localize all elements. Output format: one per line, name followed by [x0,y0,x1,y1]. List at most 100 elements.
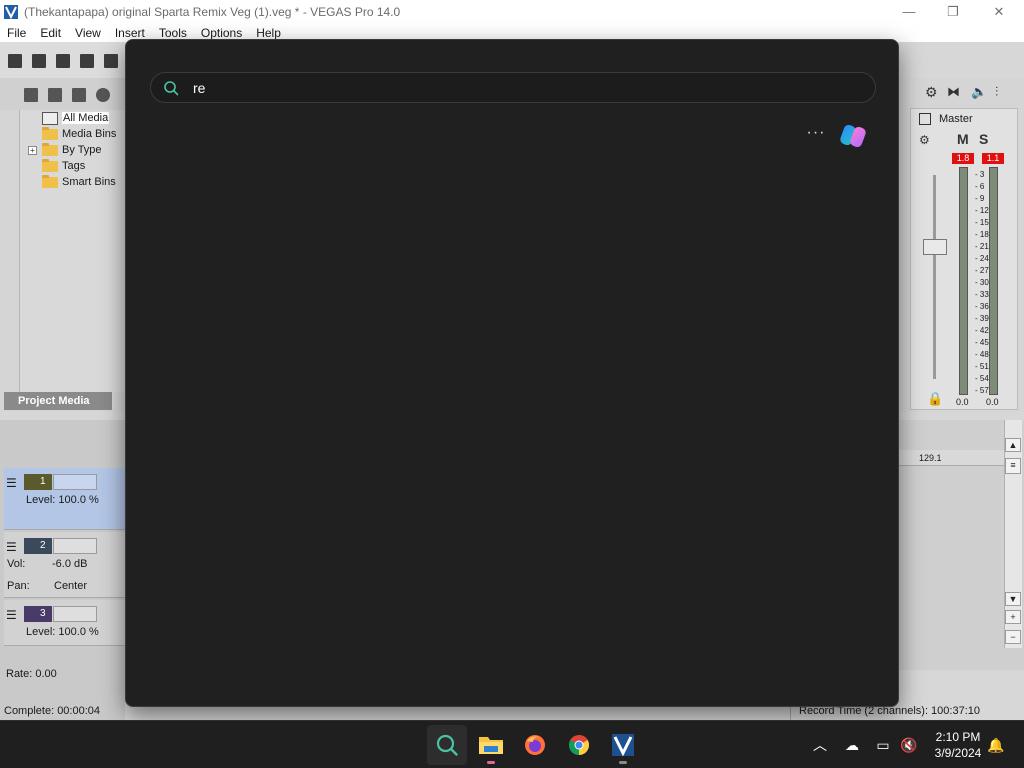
speaker-icon[interactable]: 🔈 [971,84,987,100]
system-clock[interactable]: 2:10 PM 3/9/2024 [928,729,988,761]
taskbar-vegas[interactable] [603,725,643,765]
media-tree: All Media Media Bins + By Type Tags Smar… [19,110,125,392]
tree-item-label: By Type [62,144,102,156]
lock-icon[interactable]: 🔒 [927,391,943,407]
track-header-video-1[interactable]: ☰ 1 Level: 100.0 % [4,468,125,530]
onedrive-offline-icon[interactable]: ☁ [842,735,862,755]
volume-muted-icon[interactable]: 🔇 [899,735,919,755]
scroll-thumb[interactable]: ≡ [1005,458,1021,474]
master-bus: Master ⚙ M S 1.8 1.1 - 3- 6- 9- 12- 15- … [910,108,1018,410]
meter-left-value: 0.0 [956,397,969,407]
meter-scale-tick: - 9 [975,194,985,203]
running-indicator [619,761,627,764]
taskbar-file-explorer[interactable] [471,725,511,765]
tree-item-media-bins[interactable]: Media Bins [42,126,116,142]
master-label: Master [939,113,973,125]
scroll-down-button[interactable]: ▼ [1005,592,1021,606]
meter-scale-tick: - 15 [975,218,989,227]
rate-readout: Rate: 0.00 [6,668,57,680]
taskbar-firefox[interactable] [515,725,555,765]
vegas-app-icon [4,4,18,19]
pan-label: Pan: [7,580,30,592]
project-media-panel: All Media Media Bins + By Type Tags Smar… [0,78,125,412]
meter-scale-tick: - 36 [975,302,989,311]
import-media-icon[interactable] [24,88,38,102]
meter-scale-tick: - 48 [975,350,989,359]
tree-item-label: All Media [62,112,110,124]
expand-icon[interactable]: + [28,146,37,155]
track-header-video-3[interactable]: ☰ 3 Level: 100.0 % [4,600,125,646]
window-title: (Thekantapapa) original Sparta Remix Veg… [24,4,401,19]
save-icon[interactable] [56,54,70,68]
menu-tools[interactable]: Tools [159,26,187,40]
save-as-icon[interactable] [80,54,94,68]
main-toolbar [0,42,130,78]
copilot-icon[interactable] [838,122,870,150]
web-icon[interactable] [96,88,110,102]
project-media-toolbar [0,78,125,110]
track-name-field[interactable] [53,538,97,554]
track-menu-icon[interactable]: ☰ [6,608,17,622]
meter-scale-tick: - 27 [975,266,989,275]
solo-button[interactable]: S [979,131,988,147]
fx-icon[interactable]: ⚙ [919,133,930,147]
meter-scale-tick: - 57 [975,386,989,395]
mixer-options-icon[interactable]: ⫶ [995,84,998,100]
mute-button[interactable]: M [957,131,969,147]
menu-file[interactable]: File [7,26,26,40]
open-folder-icon[interactable] [32,54,46,68]
track-menu-icon[interactable]: ☰ [6,540,17,554]
capture-icon[interactable] [48,88,62,102]
get-media-icon[interactable] [72,88,86,102]
maximize-button[interactable]: ❐ [930,0,976,23]
tree-item-label: Tags [62,160,86,172]
track-name-field[interactable] [53,606,97,622]
tree-item-all-media[interactable]: All Media [42,110,110,126]
track-name-field[interactable] [53,474,97,490]
tree-item-by-type[interactable]: By Type [42,142,102,158]
new-project-icon[interactable] [8,54,22,68]
menu-options[interactable]: Options [201,26,242,40]
search-icon [163,80,179,96]
track-level: Level: 100.0 % [26,626,99,638]
menu-edit[interactable]: Edit [40,26,61,40]
file-explorer-icon [479,737,503,754]
taskbar-search-button[interactable] [427,725,467,765]
scroll-up-button[interactable]: ▲ [1005,438,1021,452]
track-number: 2 [24,538,52,554]
clock-date: 3/9/2024 [934,746,982,760]
network-icon[interactable]: ▭ [873,735,893,755]
taskbar-chrome[interactable] [559,725,599,765]
chevron-up-icon[interactable]: ︿ [810,735,830,755]
gear-icon[interactable]: ⚙ [925,84,938,101]
zoom-out-button[interactable]: − [1005,630,1021,644]
tree-item-smart-bins[interactable]: Smart Bins [42,174,116,190]
master-fader[interactable] [923,239,947,255]
meter-right-value: 0.0 [986,397,999,407]
folder-icon [42,158,58,172]
minimize-button[interactable]: — [886,0,932,23]
menu-view[interactable]: View [75,26,101,40]
master-bus-icon [919,113,931,125]
tab-project-media[interactable]: Project Media [4,392,112,410]
clock-time: 2:10 PM [935,730,981,744]
notification-bell-icon[interactable]: 🔔 [986,735,1006,755]
more-options-button[interactable]: ··· [806,125,826,146]
search-input[interactable] [193,78,853,98]
meter-scale-tick: - 54 [975,374,989,383]
tree-item-tags[interactable]: Tags [42,158,85,174]
status-complete: Complete: 00:00:04 [4,705,101,717]
menu-help[interactable]: Help [256,26,281,40]
zoom-in-button[interactable]: + [1005,610,1021,624]
meter-scale-tick: - 42 [975,326,989,335]
render-icon[interactable] [104,54,118,68]
folder-icon [42,142,58,156]
close-button[interactable]: ✕ [976,0,1022,23]
track-menu-icon[interactable]: ☰ [6,476,17,490]
meter-scale-tick: - 24 [975,254,989,263]
meter-scale-tick: - 6 [975,182,985,191]
track-header-audio-2[interactable]: ☰ 2 Vol: -6.0 dB Pan: Center [4,532,125,598]
insert-bus-icon[interactable]: ⧓ [947,84,960,100]
menu-insert[interactable]: Insert [115,26,145,40]
search-box[interactable] [150,72,876,103]
